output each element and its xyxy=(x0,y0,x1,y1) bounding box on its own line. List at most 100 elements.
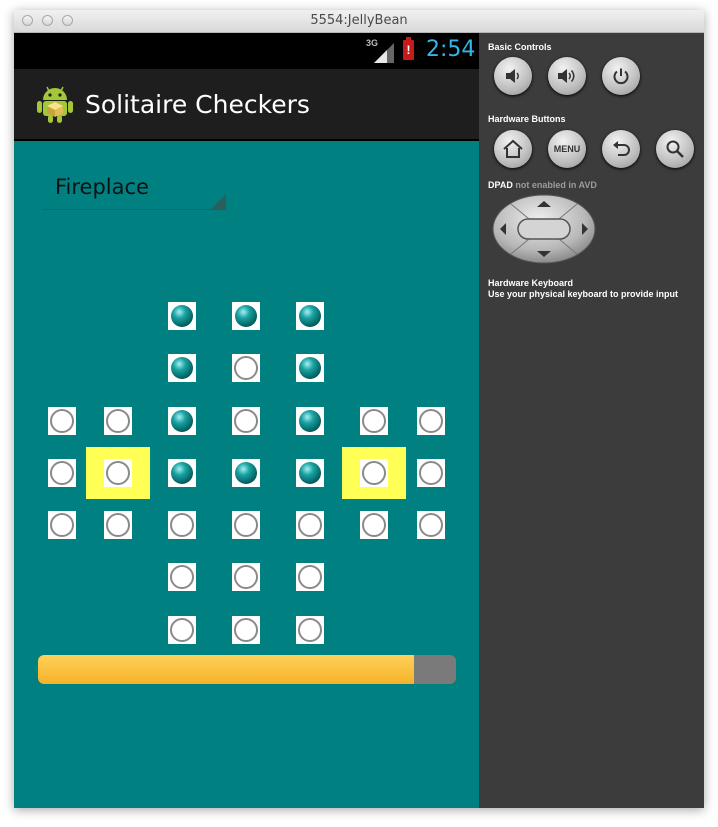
app-title: Solitaire Checkers xyxy=(85,90,310,119)
peg-icon xyxy=(171,462,193,484)
dpad-heading: DPAD not enabled in AVD xyxy=(488,180,597,190)
empty-hole-icon xyxy=(50,461,74,485)
spinner-selected-value: Fireplace xyxy=(55,175,149,199)
power-icon xyxy=(613,68,629,85)
volume-up-button[interactable] xyxy=(548,57,586,95)
window-title: 5554:JellyBean xyxy=(310,13,408,28)
board-hole[interactable] xyxy=(360,407,388,435)
board-hole[interactable] xyxy=(104,407,132,435)
board-peg[interactable] xyxy=(168,407,196,435)
dpad-control[interactable] xyxy=(491,193,597,265)
board-hole[interactable] xyxy=(48,407,76,435)
search-button[interactable] xyxy=(656,130,694,168)
empty-hole-icon xyxy=(106,409,130,433)
board-hole[interactable] xyxy=(417,511,445,539)
board-peg[interactable] xyxy=(168,302,196,330)
board-hole[interactable] xyxy=(296,616,324,644)
board-peg[interactable] xyxy=(232,459,260,487)
board-hole[interactable] xyxy=(168,563,196,591)
board-hole[interactable] xyxy=(168,511,196,539)
empty-hole-icon xyxy=(362,409,386,433)
peg-icon xyxy=(171,410,193,432)
board-hole[interactable] xyxy=(232,511,260,539)
home-icon xyxy=(503,139,523,158)
board-hole[interactable] xyxy=(296,511,324,539)
battery-alert-label: ! xyxy=(406,43,411,57)
volume-down-button[interactable] xyxy=(494,57,532,95)
hole-inner xyxy=(104,459,132,487)
device-screen: 3G ! 2:54 Solitaire Checkers Fireplace xyxy=(14,33,479,808)
volume-up-icon xyxy=(558,69,575,83)
android-app-icon xyxy=(37,86,73,123)
empty-hole-icon xyxy=(50,409,74,433)
empty-hole-icon xyxy=(234,565,258,589)
hole-inner xyxy=(360,459,388,487)
peg-icon xyxy=(299,305,321,327)
empty-hole-icon xyxy=(298,565,322,589)
empty-hole-icon xyxy=(298,618,322,642)
empty-hole-icon xyxy=(419,513,443,537)
board-hole[interactable] xyxy=(168,616,196,644)
peg-icon xyxy=(235,305,257,327)
menu-button[interactable]: MENU xyxy=(548,130,586,168)
window-titlebar: 5554:JellyBean xyxy=(14,10,704,33)
board-hole-highlighted[interactable] xyxy=(86,447,150,499)
board-hole[interactable] xyxy=(296,563,324,591)
board-peg[interactable] xyxy=(296,407,324,435)
status-bar: 3G ! 2:54 xyxy=(14,33,479,69)
board-hole[interactable] xyxy=(104,511,132,539)
board-peg[interactable] xyxy=(232,302,260,330)
board-hole[interactable] xyxy=(48,511,76,539)
dpad-label: DPAD xyxy=(488,180,513,190)
empty-hole-icon xyxy=(234,618,258,642)
empty-hole-icon xyxy=(170,618,194,642)
board-hole[interactable] xyxy=(232,407,260,435)
signal-icon xyxy=(374,43,394,63)
empty-hole-icon xyxy=(106,513,130,537)
peg-icon xyxy=(299,357,321,379)
peg-icon xyxy=(299,462,321,484)
peg-icon xyxy=(171,305,193,327)
board-hole[interactable] xyxy=(232,563,260,591)
back-button[interactable] xyxy=(602,130,640,168)
board-hole[interactable] xyxy=(360,511,388,539)
back-icon xyxy=(613,141,630,156)
empty-hole-icon xyxy=(298,513,322,537)
hardware-keyboard-hint: Use your physical keyboard to provide in… xyxy=(488,289,679,299)
hardware-buttons-heading: Hardware Buttons xyxy=(488,114,566,124)
power-button[interactable] xyxy=(602,57,640,95)
home-button[interactable] xyxy=(494,130,532,168)
board-peg[interactable] xyxy=(168,354,196,382)
empty-hole-icon xyxy=(170,513,194,537)
board-hole[interactable] xyxy=(417,407,445,435)
volume-down-icon xyxy=(506,69,519,83)
progress-fill xyxy=(38,655,415,684)
empty-hole-icon xyxy=(234,356,258,380)
board-hole[interactable] xyxy=(232,354,260,382)
peg-icon xyxy=(171,357,193,379)
board-peg[interactable] xyxy=(296,302,324,330)
board-hole[interactable] xyxy=(417,459,445,487)
board-peg[interactable] xyxy=(296,354,324,382)
board-peg[interactable] xyxy=(296,459,324,487)
empty-hole-icon xyxy=(234,409,258,433)
board-hole-highlighted[interactable] xyxy=(342,447,406,499)
search-icon xyxy=(666,140,684,158)
dpad-status: not enabled in AVD xyxy=(515,180,597,190)
empty-hole-icon xyxy=(419,409,443,433)
empty-hole-icon xyxy=(419,461,443,485)
board-selector-spinner[interactable]: Fireplace xyxy=(42,165,226,210)
empty-hole-icon xyxy=(170,565,194,589)
status-clock: 2:54 xyxy=(426,37,476,62)
board-hole[interactable] xyxy=(232,616,260,644)
peg-icon xyxy=(299,410,321,432)
menu-button-label: MENU xyxy=(553,144,581,154)
empty-hole-icon xyxy=(362,513,386,537)
board-hole[interactable] xyxy=(48,459,76,487)
emulator-window: 5554:JellyBean 3G ! 2:54 Solitaire Check… xyxy=(14,10,704,808)
action-bar: Solitaire Checkers xyxy=(14,69,479,141)
board-peg[interactable] xyxy=(168,459,196,487)
hardware-keyboard-heading: Hardware Keyboard xyxy=(488,278,574,288)
basic-controls-heading: Basic Controls xyxy=(488,42,552,52)
battery-icon: ! xyxy=(403,37,414,60)
